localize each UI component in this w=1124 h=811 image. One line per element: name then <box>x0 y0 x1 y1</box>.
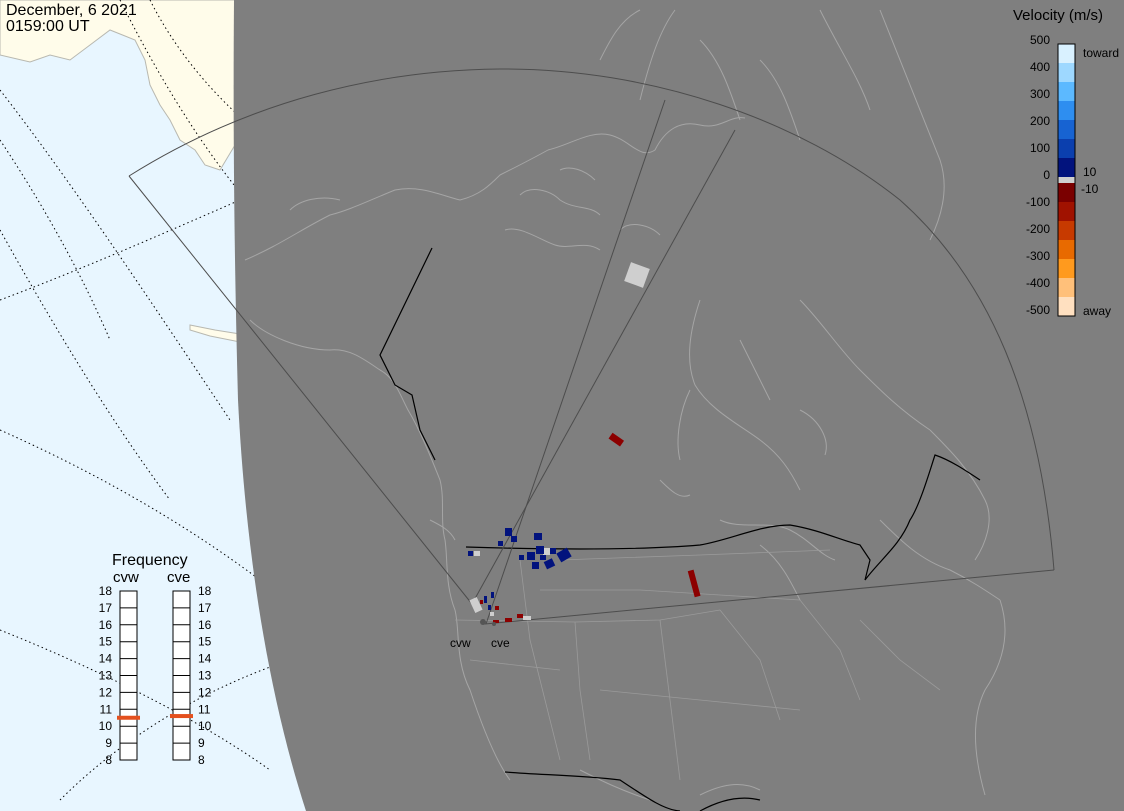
frequency-radar-label-cvw: cvw <box>113 569 139 586</box>
frequency-title: Frequency <box>112 552 188 569</box>
colorbar-tick-label: 0 <box>1043 168 1050 182</box>
site-marker-cve <box>492 622 496 626</box>
header-date: December, 6 2021 <box>6 2 137 19</box>
colorbar-swatch-away <box>1058 259 1075 279</box>
frequency-tick-label: 8 <box>105 753 112 767</box>
frequency-tick-label: 18 <box>198 584 212 598</box>
frequency-tick-label: 15 <box>198 635 212 649</box>
frequency-tick-label: 15 <box>99 635 113 649</box>
colorbar-swatch-away <box>1058 202 1075 222</box>
frequency-tick-label: 11 <box>100 702 113 716</box>
colorbar-away-label: away <box>1083 304 1111 318</box>
vel-cell <box>519 555 524 560</box>
frequency-tick-label: 18 <box>99 584 113 598</box>
colorbar-tick-label: 100 <box>1030 141 1050 155</box>
ground-scatter-4 <box>523 616 531 620</box>
frequency-tick-label: 10 <box>99 719 113 733</box>
frequency-tick-label: 9 <box>105 736 112 750</box>
colorbar-swatch-toward <box>1058 101 1075 121</box>
radar-map-canvas: cvw cve December, 6 2021 0159:00 UT Velo… <box>0 0 1124 811</box>
nightside-shading <box>233 0 1124 811</box>
frequency-tick-label: 11 <box>198 702 211 716</box>
vel-cell <box>484 596 487 603</box>
ground-scatter-3 <box>474 551 480 556</box>
vel-cell <box>505 528 512 536</box>
frequency-tick-label: 16 <box>99 618 113 632</box>
colorbar-swatch-away <box>1058 183 1075 203</box>
colorbar-swatch-toward <box>1058 44 1075 64</box>
vel-cell <box>468 551 473 556</box>
frequency-tick-label: 10 <box>198 719 212 733</box>
colorbar-swatch-toward <box>1058 120 1075 140</box>
vel-cell <box>532 562 539 569</box>
colorbar-swatch-toward <box>1058 82 1075 102</box>
frequency-tick-label: 14 <box>198 652 212 666</box>
vel-cell <box>527 552 535 560</box>
vel-cell <box>517 614 523 618</box>
frequency-tick-label: 16 <box>198 618 212 632</box>
colorbar-tick-label: 300 <box>1030 87 1050 101</box>
vel-cell <box>534 533 542 540</box>
vel-cell <box>536 546 544 554</box>
colorbar-swatch-away <box>1058 297 1075 317</box>
vel-cell <box>540 555 546 560</box>
header-time: 0159:00 UT <box>6 18 90 35</box>
colorbar-near-zero-pos: 10 <box>1083 165 1097 179</box>
frequency-tick-label: 12 <box>198 685 212 699</box>
colorbar-toward-label: toward <box>1083 46 1119 60</box>
colorbar-near-zero-neg: -10 <box>1081 182 1099 196</box>
colorbar-swatch-toward <box>1058 139 1075 159</box>
frequency-tick-label: 14 <box>99 652 113 666</box>
frequency-tick-label: 13 <box>198 669 212 683</box>
colorbar-swatch-away <box>1058 240 1075 260</box>
frequency-radar-label-cve: cve <box>167 569 190 586</box>
frequency-tick-label: 8 <box>198 753 205 767</box>
vel-cell <box>505 618 512 622</box>
colorbar-swatches <box>1058 44 1075 317</box>
vel-cell <box>511 536 517 542</box>
site-label-cvw: cvw <box>450 636 471 650</box>
vel-cell <box>480 600 483 604</box>
colorbar-tick-label: -400 <box>1026 276 1050 290</box>
colorbar-swatch-zero <box>1058 177 1075 183</box>
frequency-tick-label: 13 <box>99 669 113 683</box>
vel-cell <box>498 541 503 546</box>
frequency-tick-label: 17 <box>99 601 113 615</box>
ground-scatter-2 <box>543 548 550 555</box>
colorbar-tick-label: 500 <box>1030 33 1050 47</box>
colorbar-swatch-toward <box>1058 158 1075 178</box>
colorbar-tick-label: -500 <box>1026 303 1050 317</box>
vel-cell <box>488 605 491 610</box>
frequency-marker-cve <box>170 714 193 719</box>
site-marker-cvw <box>480 619 486 625</box>
ground-scatter-5 <box>490 612 494 616</box>
colorbar-swatch-away <box>1058 221 1075 241</box>
vel-cell <box>550 548 556 554</box>
colorbar-tick-label: -200 <box>1026 222 1050 236</box>
frequency-tick-label: 12 <box>99 685 113 699</box>
frequency-tick-label: 17 <box>198 601 212 615</box>
frequency-tick-label: 9 <box>198 736 205 750</box>
vel-cell <box>491 592 494 598</box>
colorbar-tick-label: 400 <box>1030 60 1050 74</box>
colorbar-swatch-toward <box>1058 63 1075 83</box>
colorbar-title: Velocity (m/s) <box>1013 7 1103 24</box>
vel-cell <box>495 606 499 610</box>
colorbar-swatch-away <box>1058 278 1075 298</box>
site-label-cve: cve <box>491 636 510 650</box>
colorbar-tick-label: 200 <box>1030 114 1050 128</box>
colorbar-tick-label: -300 <box>1026 249 1050 263</box>
colorbar-tick-label: -100 <box>1026 195 1050 209</box>
frequency-marker-cvw <box>117 715 140 720</box>
